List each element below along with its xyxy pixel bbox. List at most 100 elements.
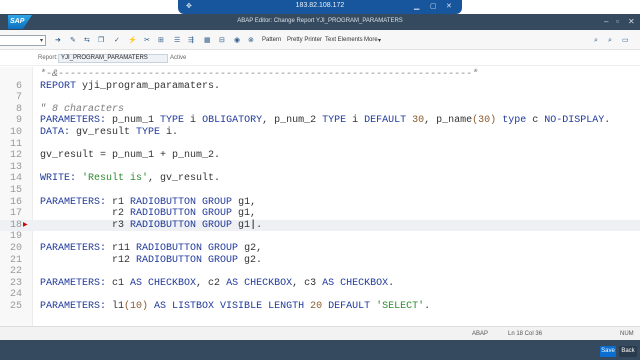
enter-icon[interactable]: ➜ [55, 36, 61, 45]
num-lock-indicator: NUM [620, 331, 634, 337]
code-token: AS CHECKBOX [226, 277, 293, 289]
back-button[interactable]: Back [619, 346, 637, 357]
code-line[interactable]: 11 [0, 139, 640, 150]
code-token: . [256, 219, 263, 231]
line-number: 18 [9, 219, 22, 231]
code-token: NO-DISPLAY [544, 115, 605, 127]
line-number: 15 [9, 185, 22, 196]
code-line[interactable]: 20 PARAMETERS: r11 RADIOBUTTON GROUP g2, [0, 243, 640, 254]
close-icon[interactable]: ✕ [628, 17, 635, 27]
chevron-down-icon[interactable]: ▾ [40, 37, 43, 45]
code-line[interactable]: 14 WRITE: 'Result is', gv_result. [0, 173, 640, 184]
hierarchy-icon[interactable]: ⊟ [219, 36, 225, 45]
code-text: PARAMETERS: c1 AS CHECKBOX, c2 AS CHECKB… [40, 278, 394, 289]
code-line[interactable]: 19 [0, 231, 640, 242]
code-line[interactable]: 10 DATA: gv_result TYPE i. [0, 127, 640, 138]
code-token: yji_program_paramaters. [82, 80, 221, 92]
code-token: , gv_result. [148, 173, 221, 185]
current-line-marker-icon: ▶ [23, 221, 28, 228]
code-line[interactable]: 15 [0, 185, 640, 196]
display-list-icon[interactable]: ▦ [204, 36, 211, 45]
code-token: i. [166, 127, 179, 138]
title-bar: SAP ABAP Editor: Change Report YJI_PROGR… [0, 14, 640, 30]
line-number: 9 [15, 115, 22, 127]
code-line[interactable]: 18 ▶ r3 RADIOBUTTON GROUP g1|. [0, 219, 640, 231]
remote-connection-pill: ✥ 183.82.108.172 ▁ ▢ ✕ [178, 0, 462, 14]
code-text: WRITE: 'Result is', gv_result. [40, 173, 220, 184]
code-token: . [604, 115, 611, 127]
activate-icon[interactable]: ⚡ [128, 36, 137, 45]
code-token: DEFAULT [328, 301, 377, 312]
code-token: r12 [40, 254, 137, 266]
code-token: , p_name [424, 115, 473, 127]
active-inactive-icon[interactable]: ⇆ [84, 36, 90, 45]
line-number: 13 [9, 161, 22, 173]
code-line[interactable]: 22 [0, 266, 640, 277]
code-token: (10) [124, 301, 155, 312]
code-line[interactable]: 12 gv_result = p_num_1 + p_num_2. [0, 150, 640, 161]
maximize-icon[interactable]: ▫ [616, 17, 619, 27]
code-line[interactable]: 17 r2 RADIOBUTTON GROUP g1, [0, 208, 640, 219]
other-object-icon[interactable]: ❐ [98, 36, 104, 45]
minimize-icon[interactable]: ▁ [414, 2, 419, 12]
code-text: r3 RADIOBUTTON GROUP g1|. [40, 220, 262, 231]
line-number: 19 [9, 231, 22, 243]
code-line[interactable]: 16 PARAMETERS: r1 RADIOBUTTON GROUP g1, [0, 197, 640, 208]
code-token: c1 [112, 277, 131, 289]
pattern-button[interactable]: Pattern [262, 37, 281, 43]
restore-icon[interactable]: ▢ [430, 2, 437, 12]
code-line[interactable]: 9 PARAMETERS: p_num_1 TYPE i OBLIGATORY, … [0, 115, 640, 126]
command-field[interactable]: ▾ [0, 35, 46, 46]
code-line[interactable]: 7 [0, 92, 640, 103]
window-title: ABAP Editor: Change Report YJI_PROGRAM_P… [237, 18, 403, 24]
line-number: 17 [9, 208, 22, 220]
more-button[interactable]: More [364, 37, 378, 43]
toggle-display-change-icon[interactable]: ✎ [70, 36, 76, 45]
code-text: r12 RADIOBUTTON GROUP g2. [40, 255, 262, 266]
minimize-icon[interactable]: – [604, 17, 608, 27]
code-token: r2 [40, 208, 131, 220]
code-token: PARAMETERS: [40, 196, 113, 208]
code-line[interactable]: 13 [0, 162, 640, 173]
code-line[interactable]: 25 PARAMETERS: l1(10) AS LISTBOX VISIBLE … [0, 301, 640, 312]
text-elements-button[interactable]: Text Elements [325, 37, 363, 43]
report-label: Report: [38, 55, 58, 61]
line-number: 24 [9, 289, 22, 301]
code-line[interactable]: *-&-------------------------------------… [0, 69, 640, 80]
code-line[interactable]: 24 [0, 289, 640, 300]
code-line[interactable]: 6 REPORT yji_program_paramaters. [0, 81, 640, 92]
code-line[interactable]: 8 " 8 characters [0, 104, 640, 115]
pretty-printer-button[interactable]: Pretty Printer [287, 37, 322, 43]
code-token: DEFAULT [364, 115, 413, 127]
line-number: 21 [9, 254, 22, 266]
code-token: r1 [112, 196, 131, 208]
code-token: 20 [310, 301, 329, 312]
code-token: " 8 characters [40, 103, 125, 115]
save-button[interactable]: Save [600, 346, 616, 357]
line-number: 22 [9, 266, 22, 278]
line-number: 12 [9, 150, 22, 162]
code-editor[interactable]: *-&-------------------------------------… [0, 67, 640, 326]
breakpoint-icon[interactable]: ◉ [234, 36, 240, 45]
pin-icon[interactable]: ✥ [186, 2, 192, 12]
code-token: RADIOBUTTON GROUP [130, 196, 239, 208]
search-next-icon[interactable]: ⌕ [608, 36, 612, 45]
code-token: WRITE: [40, 173, 83, 185]
code-line[interactable]: 23 PARAMETERS: c1 AS CHECKBOX, c2 AS CHEC… [0, 278, 640, 289]
object-list-icon[interactable]: ☰ [174, 36, 180, 45]
debug-icon[interactable]: ⊗ [248, 36, 254, 45]
code-line[interactable]: 21 r12 RADIOBUTTON GROUP g2. [0, 255, 640, 266]
code-token: gv_result = p_num_1 + p_num_2. [40, 150, 221, 162]
close-icon[interactable]: ✕ [446, 2, 452, 12]
new-window-icon[interactable]: ▭ [622, 36, 629, 45]
line-number: 25 [9, 301, 22, 312]
search-icon[interactable]: ⌕ [594, 36, 598, 45]
code-token: l1 [112, 301, 125, 312]
check-icon[interactable]: ✓ [114, 36, 120, 45]
navigation-icon[interactable]: ⇶ [188, 36, 194, 45]
chevron-down-icon: ▾ [378, 38, 382, 44]
test-icon[interactable]: ✂ [144, 36, 150, 45]
line-number: 14 [9, 173, 22, 185]
line-number: 8 [15, 103, 22, 115]
where-used-icon[interactable]: ⊞ [158, 36, 164, 45]
